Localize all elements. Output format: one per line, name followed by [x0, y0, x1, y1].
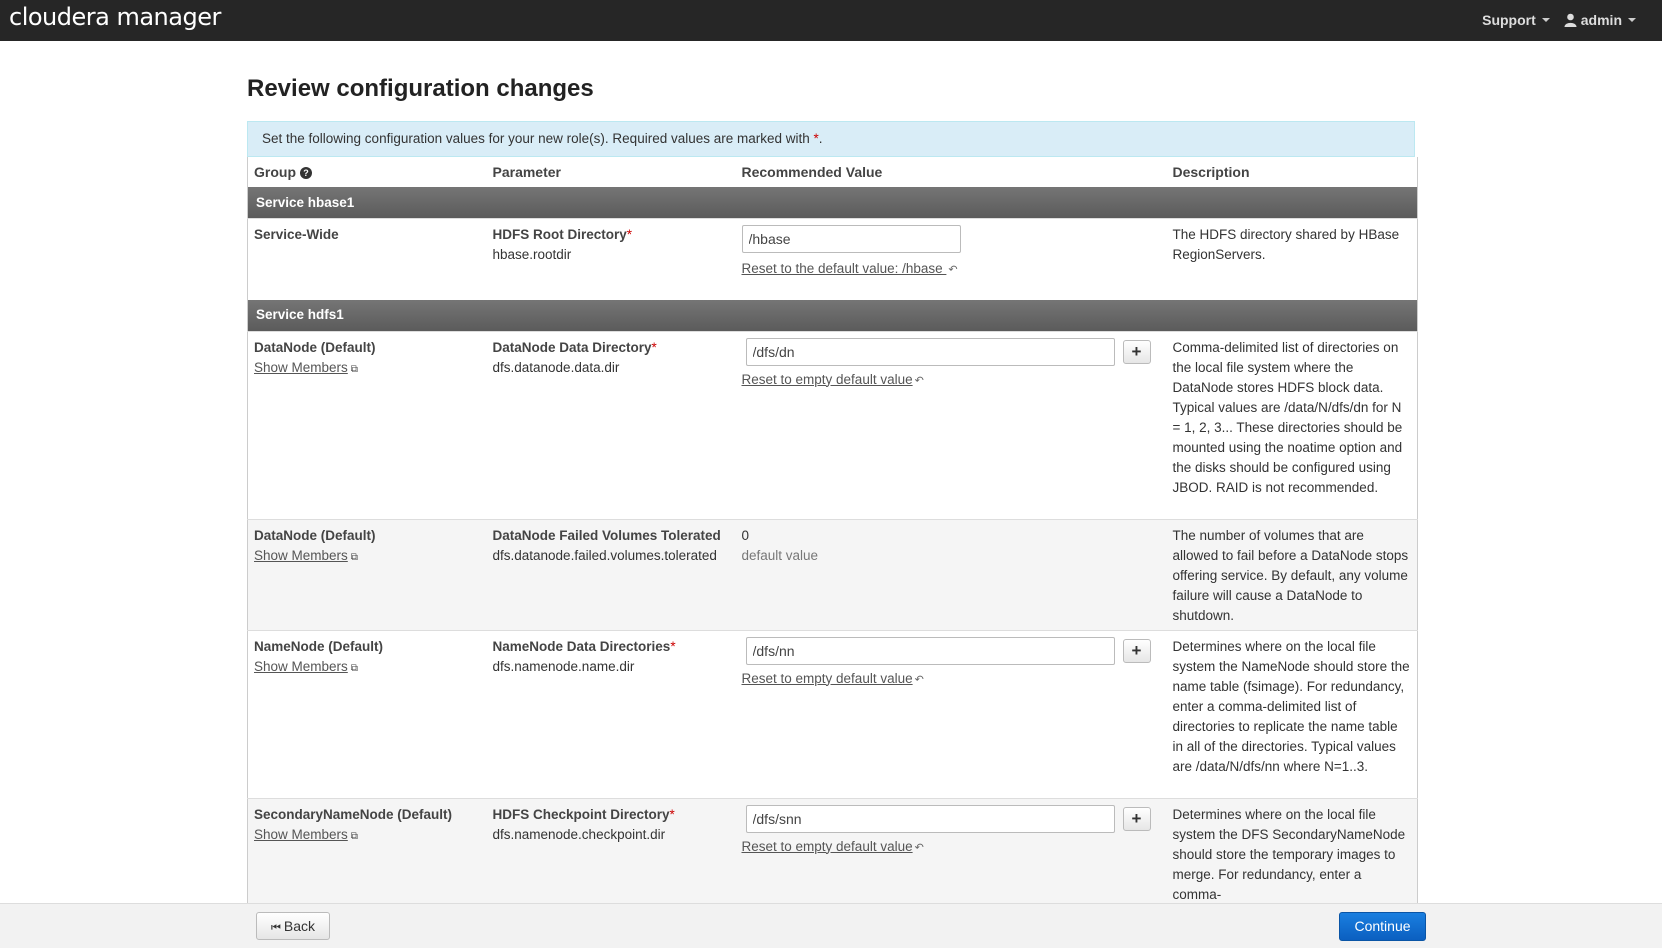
external-link-icon: ⧉: [350, 830, 358, 842]
value-input[interactable]: [745, 636, 1115, 665]
table-row: NameNode (Default) Show Members ⧉ NameNod…: [247, 629, 1418, 798]
header-group-label: Group: [254, 164, 296, 180]
back-icon: ⏮: [270, 922, 281, 934]
add-button[interactable]: +: [1122, 806, 1151, 831]
value-input[interactable]: [741, 225, 961, 253]
value-text: 0: [741, 527, 750, 543]
undo-icon: ↶: [914, 841, 924, 854]
info-text: Set the following configuration values f…: [262, 131, 814, 146]
table-row: SecondaryNameNode (Default) Show Members…: [247, 797, 1418, 918]
table-row: DataNode (Default) Show Members ⧉ DataNod…: [247, 518, 1418, 630]
group-label: DataNode (Default): [254, 527, 376, 543]
reset-default-link[interactable]: Reset to empty default value: [742, 372, 913, 387]
param-key: dfs.datanode.data.dir: [492, 359, 620, 375]
show-members-link[interactable]: Show Members: [254, 360, 348, 375]
param-name: HDFS Root Directory: [492, 227, 627, 242]
param-key: dfs.datanode.failed.volumes.tolerated: [492, 547, 717, 563]
description: Comma-delimited list of directories on t…: [1166, 330, 1418, 519]
support-label: Support: [1482, 12, 1536, 28]
top-navbar: cloudera manager Support admin: [0, 0, 1662, 41]
value-input[interactable]: [745, 337, 1115, 366]
undo-icon: ↶: [914, 374, 924, 387]
show-members-link[interactable]: Show Members: [254, 659, 348, 674]
param-name: DataNode Data Directory: [492, 339, 652, 355]
header-recommended: Recommended Value: [735, 157, 1167, 187]
section-title: Service hdfs1: [247, 299, 1418, 331]
group-label: SecondaryNameNode (Default): [254, 806, 453, 822]
reset-default-link[interactable]: Reset to empty default value: [742, 671, 913, 686]
header-description: Description: [1166, 157, 1418, 187]
description: The number of volumes that are allowed t…: [1166, 518, 1418, 630]
back-label: Back: [283, 918, 316, 934]
add-button[interactable]: +: [1122, 638, 1151, 663]
nav-right: Support admin: [1482, 12, 1636, 28]
back-button[interactable]: ⏮ Back: [256, 912, 330, 940]
required-star: *: [670, 638, 676, 654]
continue-button[interactable]: Continue: [1339, 912, 1426, 941]
group-label: Service-Wide: [254, 227, 339, 242]
header-parameter: Parameter: [486, 157, 736, 187]
required-star: *: [626, 227, 633, 242]
table-row: Service-Wide HDFS Root Directory* hbase.…: [247, 218, 1418, 300]
info-end: .: [818, 131, 823, 146]
param-key: dfs.namenode.checkpoint.dir: [492, 826, 666, 842]
param-name: DataNode Failed Volumes Tolerated: [492, 527, 721, 543]
param-name: HDFS Checkpoint Directory: [492, 806, 670, 822]
show-members-link[interactable]: Show Members: [254, 548, 348, 563]
reset-default-link[interactable]: Reset to the default value: /hbase: [742, 261, 947, 276]
support-menu[interactable]: Support: [1482, 12, 1550, 28]
description: The HDFS directory shared by HBase Regio…: [1166, 218, 1418, 300]
undo-icon: ↶: [914, 673, 924, 686]
value-note: default value: [741, 547, 819, 563]
group-label: NameNode (Default): [254, 638, 384, 654]
external-link-icon: ⧉: [350, 551, 358, 563]
section-row: Service hdfs1: [247, 299, 1418, 331]
description: Determines where on the local file syste…: [1166, 629, 1418, 798]
user-menu[interactable]: admin: [1564, 12, 1636, 28]
user-icon: [1564, 13, 1577, 27]
brand-logo[interactable]: cloudera manager: [9, 3, 221, 31]
add-button[interactable]: +: [1122, 339, 1151, 364]
section-title: Service hbase1: [247, 187, 1418, 219]
external-link-icon: ⧉: [350, 363, 358, 375]
chevron-down-icon: [1541, 18, 1550, 22]
show-members-link[interactable]: Show Members: [254, 827, 348, 842]
page-title: Review configuration changes: [247, 75, 594, 102]
value-input[interactable]: [745, 804, 1115, 833]
group-label: DataNode (Default): [254, 339, 376, 355]
user-label: admin: [1580, 12, 1622, 28]
section-row: Service hbase1: [247, 187, 1418, 219]
footer-bar: ⏮ Back Continue: [0, 903, 1662, 948]
header-group: Group?: [247, 157, 487, 187]
reset-default-link[interactable]: Reset to empty default value: [742, 839, 913, 854]
info-alert: Set the following configuration values f…: [247, 121, 1415, 157]
description: Determines where on the local file syste…: [1166, 797, 1418, 918]
chevron-down-icon: [1628, 18, 1636, 22]
param-name: NameNode Data Directories: [492, 638, 671, 654]
required-star: *: [669, 806, 675, 822]
undo-icon: ↶: [948, 264, 958, 276]
param-key: hbase.rootdir: [492, 247, 572, 262]
external-link-icon: ⧉: [350, 662, 358, 674]
help-icon[interactable]: ?: [300, 167, 312, 179]
config-table: Group? Parameter Recommended Value Descr…: [247, 157, 1418, 918]
param-key: dfs.namenode.name.dir: [492, 658, 635, 674]
required-star: *: [651, 339, 657, 355]
table-row: DataNode (Default) Show Members ⧉ DataNod…: [247, 330, 1418, 519]
table-header-row: Group? Parameter Recommended Value Descr…: [247, 157, 1418, 187]
